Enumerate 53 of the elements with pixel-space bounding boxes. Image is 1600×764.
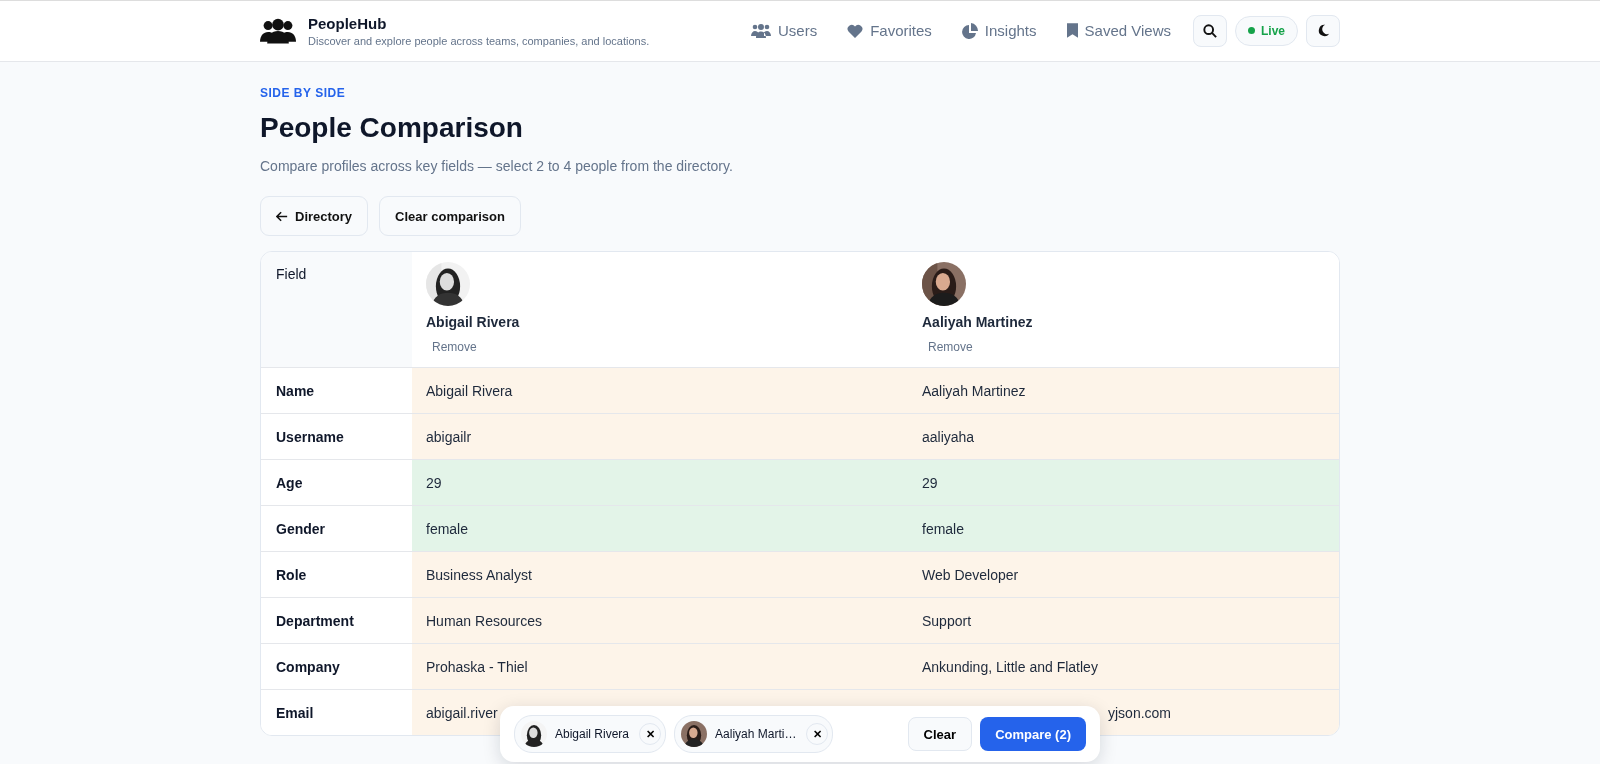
page-title: People Comparison <box>260 112 524 144</box>
table-cell: 29 <box>412 460 908 505</box>
table-cell: Prohaska - Thiel <box>412 644 908 689</box>
section-eyebrow: SIDE BY SIDE <box>260 86 347 100</box>
field-label: Age <box>276 474 303 491</box>
users-icon <box>750 23 771 38</box>
field-label: Username <box>276 428 344 445</box>
people-icon <box>260 17 296 44</box>
arrow-left-icon <box>276 210 288 222</box>
remove-link[interactable]: Remove <box>928 340 973 354</box>
field-label: Email <box>276 704 314 721</box>
table-cell: Ankunding, Little and Flatley <box>908 644 1339 689</box>
heart-icon <box>847 23 864 38</box>
field-label: Department <box>276 612 354 629</box>
column-header: Field <box>276 266 307 282</box>
page-subtitle: Compare profiles across key fields — select 2 to 4 people from the directory. <box>260 158 734 174</box>
nav-link[interactable]: Users <box>750 22 818 39</box>
table-cell: Aaliyah Martinez <box>908 368 1339 413</box>
pie-chart-icon <box>961 22 978 39</box>
table-cell: Abigail Rivera <box>412 368 908 413</box>
table-cell: aaliyaha <box>908 414 1339 459</box>
remove-link[interactable]: Remove <box>432 340 477 354</box>
person-name: Aaliyah Martinez <box>922 314 1033 330</box>
bookmark-icon <box>1066 23 1078 38</box>
nav-link[interactable]: Insights <box>961 22 1037 39</box>
action-button[interactable]: Clear comparison <box>379 196 521 236</box>
nav-link[interactable]: Favorites <box>847 22 932 39</box>
table-cell: female <box>412 506 908 551</box>
tagline: Discover and explore people across teams, companies, and locations. <box>308 34 650 47</box>
table-cell: Business Analyst <box>412 552 908 597</box>
table-cell: Web Developer <box>908 552 1339 597</box>
compare-button[interactable]: Compare (2) <box>980 717 1086 751</box>
field-label: Role <box>276 566 307 583</box>
clear-button[interactable]: Clear <box>907 717 973 751</box>
action-button[interactable]: Directory <box>260 196 369 236</box>
live-status-button[interactable]: Live <box>1235 15 1298 46</box>
search-icon <box>1203 23 1217 38</box>
table-cell: female <box>908 506 1339 551</box>
theme-toggle-button[interactable] <box>1306 14 1340 47</box>
table-cell: Support <box>908 598 1339 643</box>
search-button[interactable] <box>1193 14 1227 47</box>
table-cell: 29 <box>908 460 1339 505</box>
app-name: PeopleHub <box>308 14 388 32</box>
close-button[interactable]: ✕ <box>639 723 662 745</box>
moon-icon <box>1316 24 1330 37</box>
field-label: Company <box>276 658 340 675</box>
table-cell: Human Resources <box>412 598 908 643</box>
field-label: Gender <box>276 520 325 537</box>
close-button[interactable]: ✕ <box>806 723 829 745</box>
field-label: Name <box>276 382 315 399</box>
person-name: Abigail Rivera <box>426 314 520 330</box>
nav-link[interactable]: Saved Views <box>1066 22 1171 39</box>
table-cell: abigailr <box>412 414 908 459</box>
